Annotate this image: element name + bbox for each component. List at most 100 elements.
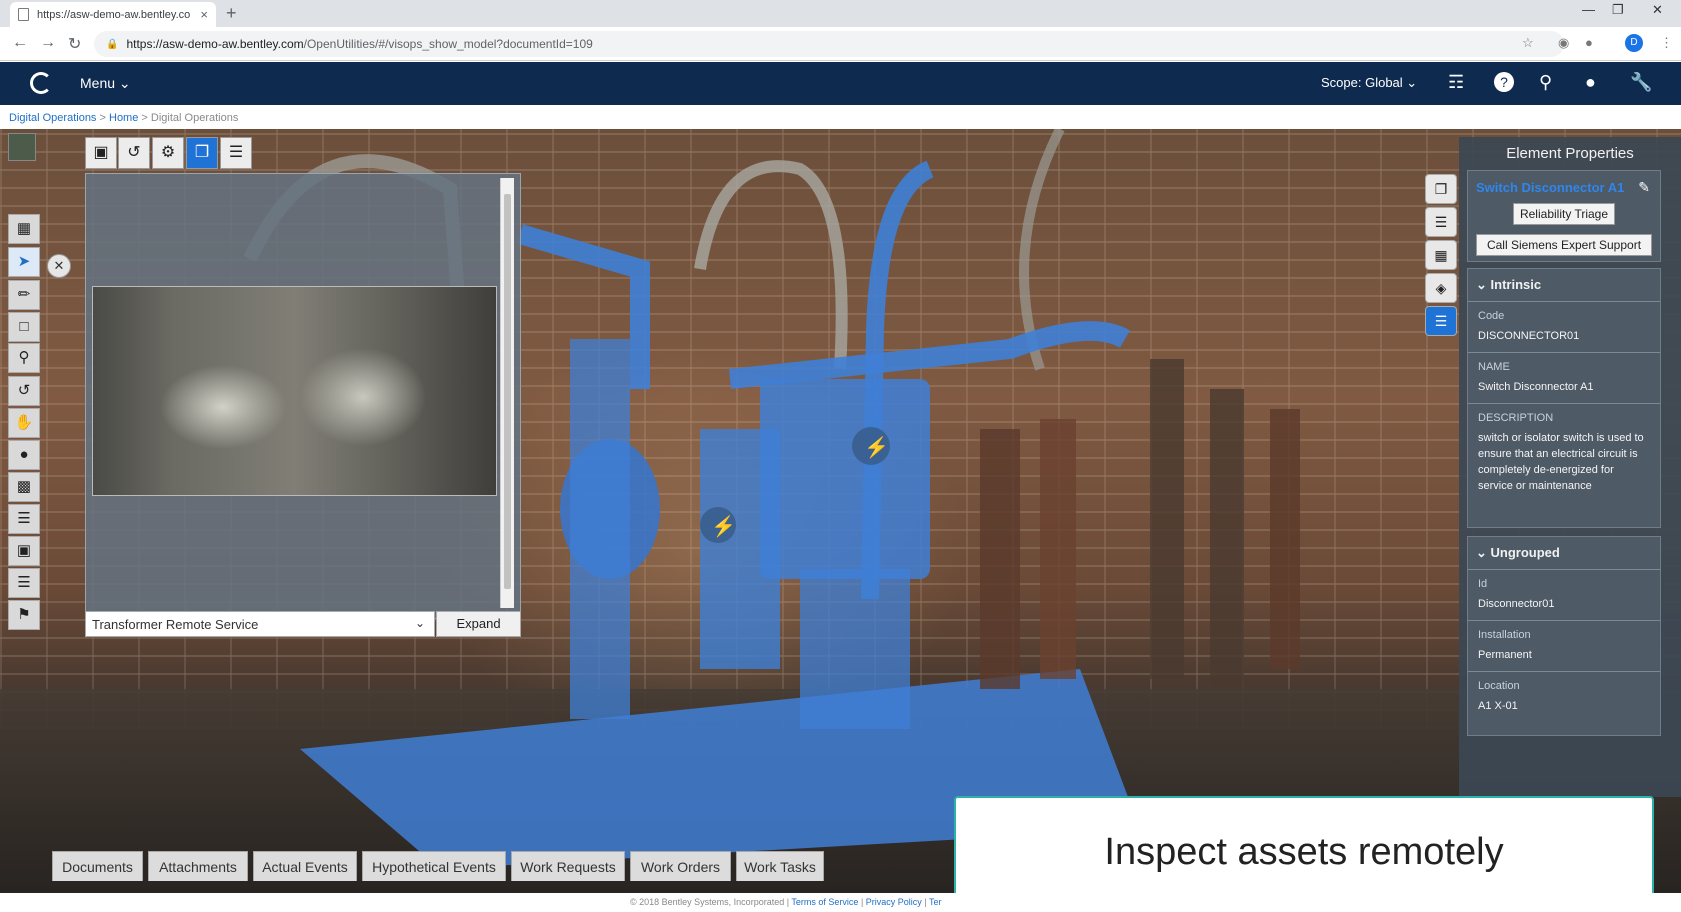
measure-icon[interactable]: ✏ [8,280,40,310]
section-icon[interactable]: ☰ [8,504,40,534]
model-viewport[interactable]: ⚡ ⚡ ▦ ➤ ✕ ✏ □ ⚲ ↺ ✋ ● ▩ ☰ ▣ ☰ ⚑ ▣ ↺ ⚙ ❐ … [0,129,1681,893]
reliability-triage-button[interactable]: Reliability Triage [1513,203,1615,225]
field-label: Location [1478,680,1520,692]
star-icon[interactable]: ☆ [1522,35,1534,51]
document-dropdown[interactable]: Transformer Remote Service ⌄ [85,611,435,637]
field-label: Code [1478,310,1505,322]
new-tab-button[interactable]: + [226,3,237,24]
profile-avatar[interactable]: D [1625,34,1643,52]
breadcrumb-separator: > [141,112,148,124]
pan-hand-icon[interactable]: ✋ [8,408,40,438]
ungrouped-section: ⌄ Ungrouped Id Disconnector01 Installati… [1467,536,1661,736]
fullscreen-icon[interactable]: ▣ [85,137,117,169]
breadcrumb: Digital Operations > Home > Digital Oper… [0,105,1681,129]
field-value: Permanent [1478,649,1532,661]
gear-icon[interactable]: ⚙ [152,137,184,169]
field-label: DESCRIPTION [1478,412,1554,424]
tab-hypothetical-events[interactable]: Hypothetical Events [362,851,506,881]
field-label: NAME [1478,361,1510,373]
svg-text:⚡: ⚡ [864,435,889,459]
zoom-window-icon[interactable]: ▩ [8,472,40,502]
clear-selection-icon[interactable]: ✕ [47,254,71,278]
browser-tabbar: https://asw-demo-aw.bentley.co × + — ❐ ✕ [0,0,1681,27]
chevron-down-icon: ⌄ [1476,545,1487,560]
tab-work-orders[interactable]: Work Orders [630,851,731,881]
svg-text:⚡: ⚡ [711,514,736,538]
page-icon [18,8,29,21]
call-expert-support-button[interactable]: Call Siemens Expert Support [1476,234,1652,256]
list-icon[interactable]: ☰ [8,568,40,598]
element-name[interactable]: Switch Disconnector A1 [1468,171,1660,195]
help-icon[interactable]: ? [1494,72,1514,92]
select-pointer-icon[interactable]: ➤ [8,247,40,277]
lock-icon: 🔒 [106,38,119,50]
user-icon[interactable]: ● [1585,72,1596,93]
zoom-icon[interactable]: ⚲ [8,343,40,373]
edit-pencil-icon[interactable]: ✎ [1638,179,1650,196]
terms-link[interactable]: Terms of Service [791,897,858,907]
chevron-down-icon: ⌄ [1476,277,1487,292]
reload-icon[interactable]: ↻ [68,34,81,54]
tab-work-requests[interactable]: Work Requests [511,851,625,881]
page: https://asw-demo-aw.bentley.co × + — ❐ ✕… [0,0,1681,912]
layers-icon[interactable]: ☰ [1425,207,1457,237]
app-logo-icon[interactable] [30,72,52,94]
breadcrumb-link[interactable]: Home [109,112,138,124]
maximize-icon[interactable]: ❐ [1612,2,1624,18]
field-value: Disconnector01 [1478,598,1555,610]
properties-list-icon[interactable]: ☰ [1425,306,1457,336]
footer: © 2018 Bentley Systems, Incorporated | T… [0,893,1681,912]
walk-icon[interactable]: ● [8,440,40,470]
fit-view-icon[interactable]: □ [8,312,40,342]
extension-icon[interactable]: ◉ [1558,35,1569,51]
scrollbar-thumb[interactable] [504,194,511,589]
intrinsic-heading: Intrinsic [1490,277,1542,292]
basket-icon[interactable]: ☶ [1448,72,1464,93]
stack-settings-icon[interactable]: ☰ [220,137,252,169]
breadcrumb-separator: > [99,112,106,124]
scope-selector[interactable]: Scope: Global ⌄ [1321,75,1417,91]
documents-icon[interactable]: ❐ [186,137,218,169]
layout-icon[interactable]: ▦ [8,214,40,244]
intrinsic-header[interactable]: ⌄ Intrinsic [1468,269,1660,301]
paint-bucket-icon[interactable]: ◈ [1425,273,1457,303]
breadcrumb-current: Digital Operations [150,112,239,124]
zoom-extents-icon[interactable]: ▣ [8,536,40,566]
field-value: switch or isolator switch is used to ens… [1478,432,1644,492]
tab-actual-events[interactable]: Actual Events [253,851,357,881]
rotate-icon[interactable]: ↺ [8,376,40,406]
undo-icon[interactable]: ↺ [118,137,150,169]
minimize-icon[interactable]: — [1582,2,1595,17]
tab-documents[interactable]: Documents [52,851,143,881]
extension-icon[interactable]: ● [1585,35,1593,50]
panel-scrollbar[interactable] [500,178,514,608]
url-host: https://asw-demo-aw.bentley.com [126,37,304,51]
privacy-link[interactable]: Privacy Policy [866,897,922,907]
menu-button[interactable]: Menu ⌄ [80,75,131,92]
more-icon[interactable]: ⋮ [1660,35,1673,51]
url-field[interactable]: 🔒 https://asw-demo-aw.bentley.com/OpenUt… [94,31,1564,57]
cube-view-icon[interactable]: ❐ [1425,174,1457,204]
field-value: DISCONNECTOR01 [1478,330,1580,342]
forward-icon[interactable]: → [40,34,56,52]
close-icon[interactable]: ✕ [1652,2,1663,18]
document-photo [92,286,497,496]
wrench-icon[interactable]: 🔧 [1630,72,1652,93]
field-value: Switch Disconnector A1 [1478,381,1594,393]
tab-attachments[interactable]: Attachments [148,851,248,881]
search-icon[interactable]: ⚲ [1539,72,1552,93]
grid-icon[interactable]: ▦ [1425,240,1457,270]
breadcrumb-link[interactable]: Digital Operations [9,112,96,124]
intrinsic-section: ⌄ Intrinsic Code DISCONNECTOR01 NAME Swi… [1467,268,1661,528]
ungrouped-header[interactable]: ⌄ Ungrouped [1468,537,1660,569]
ungrouped-heading: Ungrouped [1490,545,1560,560]
tab-work-tasks[interactable]: Work Tasks [736,851,824,881]
element-header-card: Switch Disconnector A1 ✎ Reliability Tri… [1467,170,1661,262]
tab-close-icon[interactable]: × [200,7,208,22]
browser-tab[interactable]: https://asw-demo-aw.bentley.co × [10,2,216,27]
terms-link-truncated[interactable]: Ter [929,897,942,907]
tag-icon[interactable]: ⚑ [8,600,40,630]
expand-button[interactable]: Expand [436,611,521,637]
chevron-down-icon: ⌄ [1406,75,1418,90]
back-icon[interactable]: ← [12,34,28,52]
